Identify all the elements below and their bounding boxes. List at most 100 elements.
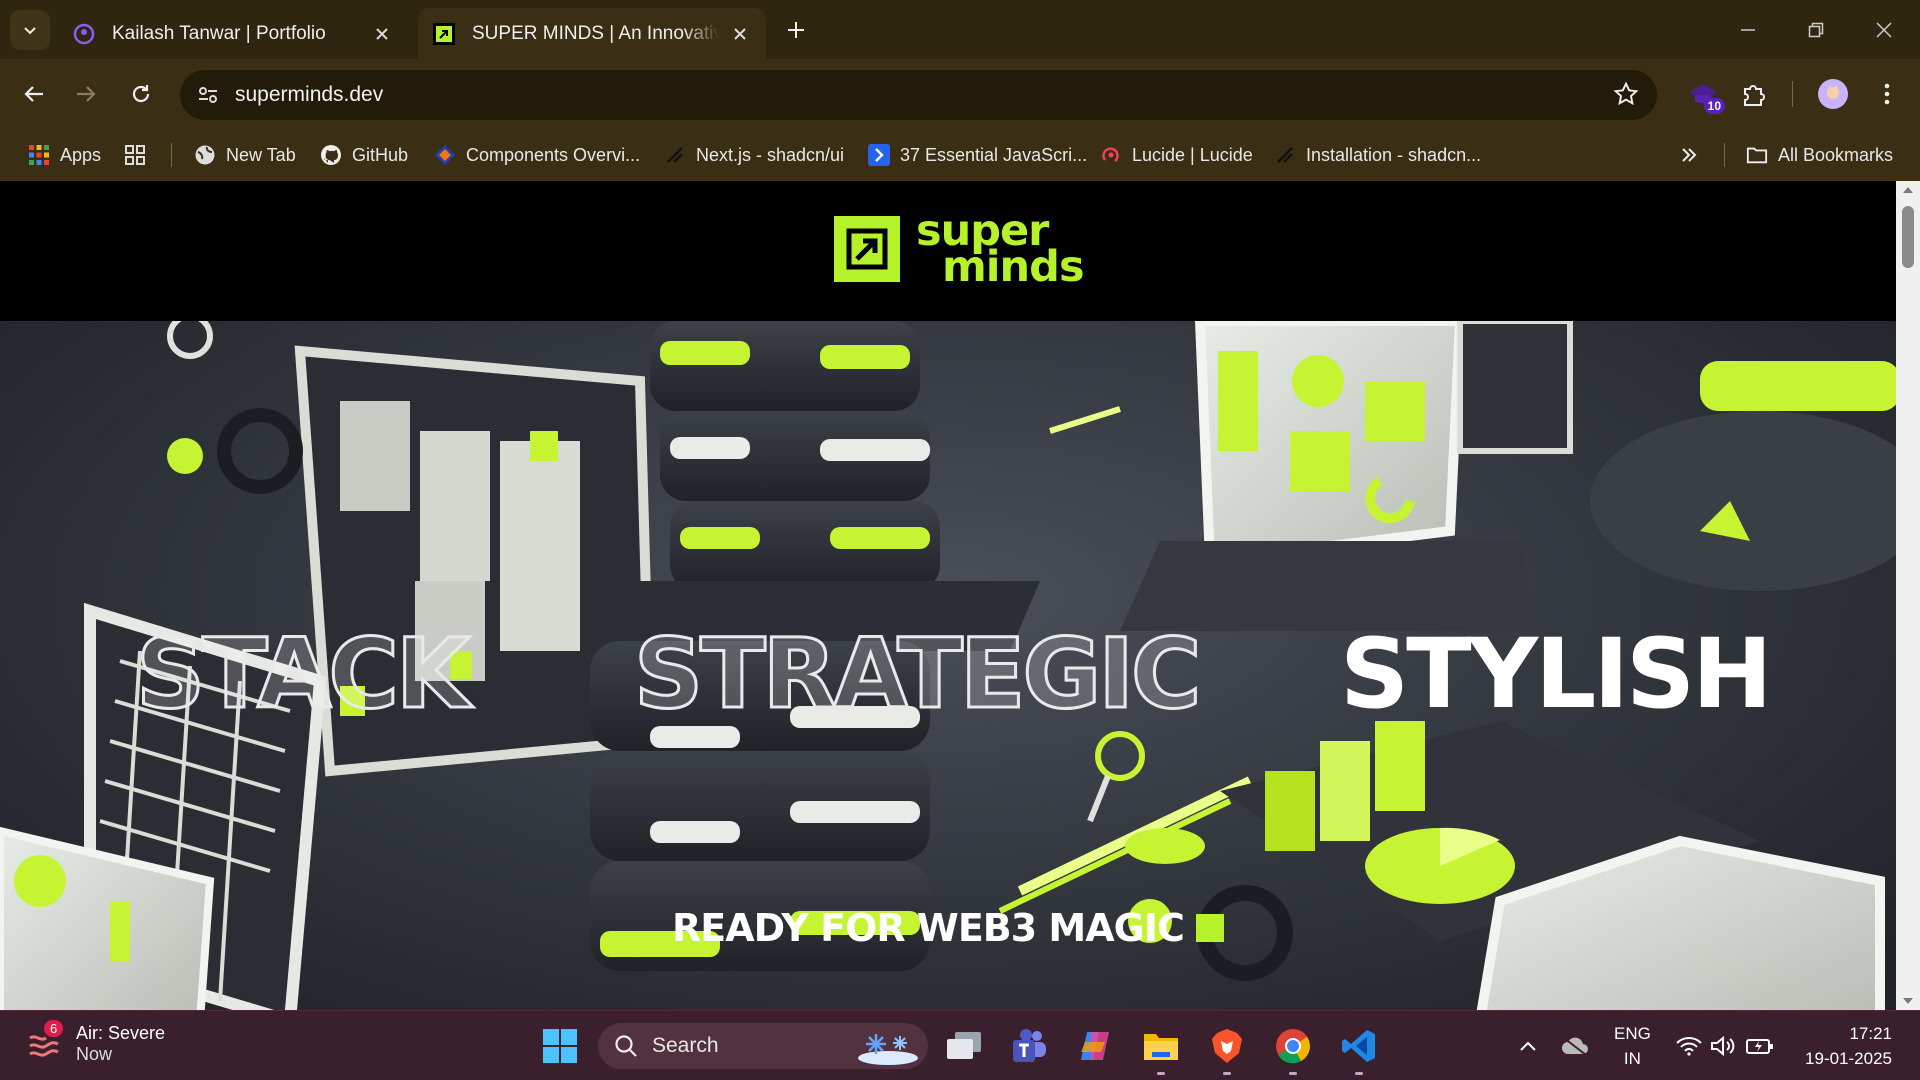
air-quality-icon: 6 (26, 1020, 66, 1064)
tab-title: Kailash Tanwar | Portfolio (112, 22, 326, 44)
bookmark-javascript[interactable]: 37 Essential JavaScri... (868, 141, 1087, 169)
logo-line-2: minds (942, 242, 1085, 292)
back-button[interactable] (14, 74, 54, 114)
folder-icon (1746, 144, 1768, 166)
battery-tray[interactable] (1745, 1031, 1775, 1061)
weather-title: Air: Severe (76, 1023, 166, 1043)
scroll-up-icon[interactable] (1903, 187, 1913, 193)
bookmark-nextjs-shadcn[interactable]: Next.js - shadcn/ui (664, 141, 844, 169)
speaker-icon (1711, 1035, 1735, 1057)
show-hidden-icons-button[interactable] (1513, 1031, 1543, 1061)
bookmark-new-tab[interactable]: New Tab (194, 141, 296, 169)
teams-button[interactable] (1006, 1023, 1052, 1069)
apps-grid-icon (28, 144, 50, 166)
bookmark-apps[interactable]: Apps (28, 141, 101, 169)
bookmark-components-overview[interactable]: Components Overvi... (434, 141, 640, 169)
bookmark-label: Components Overvi... (466, 144, 641, 165)
arrow-right-icon (77, 86, 96, 102)
scrollbar-thumb[interactable] (1902, 206, 1914, 268)
close-window-button[interactable] (1864, 10, 1904, 50)
globe-icon (194, 144, 216, 166)
tab-search-button[interactable] (10, 10, 50, 50)
bookmark-label: 37 Essential JavaScri... (900, 144, 1088, 165)
tab-title: SUPER MINDS | An Innovative Web3 Agency (472, 22, 720, 44)
restore-icon (1808, 22, 1824, 38)
cloud-off-icon (1562, 1037, 1588, 1056)
tab-strip: Kailash Tanwar | Portfolio SUPER MINDS |… (0, 0, 1920, 59)
scroll-down-icon[interactable] (1903, 998, 1913, 1004)
vscode-button[interactable] (1336, 1023, 1382, 1075)
chrome-icon (1276, 1029, 1310, 1064)
system-clock[interactable]: 17:21 19-01-2025 (1805, 1021, 1892, 1071)
diamond-icon (434, 144, 456, 166)
running-indicator (1289, 1072, 1297, 1075)
brave-browser-button[interactable] (1204, 1023, 1250, 1075)
gear-icon (217, 408, 303, 494)
bookmark-installation-shadcn[interactable]: Installation - shadcn... (1274, 141, 1481, 169)
copilot-button[interactable] (1072, 1023, 1118, 1069)
lang-line-1: ENG (1614, 1024, 1651, 1043)
bookmark-star-icon[interactable] (1613, 81, 1639, 112)
page-scrollbar[interactable] (1896, 181, 1920, 1010)
site-info-icon[interactable] (192, 79, 224, 111)
windows-logo-icon (543, 1029, 577, 1063)
running-indicator (1223, 1072, 1231, 1075)
weather-badge: 6 (44, 1020, 64, 1037)
extension-hat-icon[interactable]: 10 (1683, 74, 1725, 114)
tab-superminds[interactable]: SUPER MINDS | An Innovative Web3 Agency (418, 8, 766, 59)
chrome-button[interactable] (1270, 1023, 1316, 1075)
tab-groups-button[interactable] (124, 141, 156, 169)
volume-tray[interactable] (1708, 1031, 1738, 1061)
battery-charging-icon (1746, 1039, 1773, 1054)
task-view-button[interactable] (941, 1023, 987, 1069)
address-bar[interactable]: superminds.dev (180, 70, 1657, 120)
profile-avatar[interactable] (1813, 74, 1853, 114)
hero-word-strategic: STRATEGIC (632, 618, 1202, 730)
language-indicator[interactable]: ENG IN (1614, 1021, 1651, 1071)
taskbar-search[interactable]: Search (598, 1023, 928, 1069)
superminds-logo[interactable]: super minds (834, 210, 1085, 292)
browser-menu-button[interactable] (1867, 74, 1907, 114)
minimize-button[interactable] (1728, 10, 1768, 50)
url-text[interactable]: superminds.dev (235, 83, 383, 107)
tab-portfolio[interactable]: Kailash Tanwar | Portfolio (58, 8, 408, 59)
web-page: super minds STACK STRATEGIC STYLISH READ… (0, 181, 1896, 1010)
bar-blocks-shape (1265, 771, 1315, 851)
new-tab-button[interactable] (780, 14, 812, 46)
bookmark-lucide[interactable]: Lucide | Lucide (1100, 141, 1253, 169)
file-explorer-button[interactable] (1138, 1023, 1184, 1075)
restore-button[interactable] (1796, 10, 1836, 50)
logo-mark-icon (1195, 914, 1224, 942)
avatar-icon (1818, 79, 1848, 109)
more-bookmarks-button[interactable] (1678, 141, 1710, 169)
more-vertical-icon (1884, 83, 1890, 105)
forward-button[interactable] (66, 74, 106, 114)
close-tab-icon[interactable] (370, 22, 394, 46)
bookmark-github[interactable]: GitHub (320, 141, 408, 169)
bookmark-label: GitHub (352, 144, 409, 165)
chevron-double-right-icon (1678, 144, 1700, 166)
shadcn-slash-icon (664, 144, 686, 166)
bookmarks-divider (1724, 143, 1725, 167)
weather-widget[interactable]: 6 Air: Severe Now (26, 1020, 166, 1065)
wifi-icon (1676, 1037, 1702, 1056)
copilot-icon (1081, 1032, 1109, 1060)
bookmark-label: Installation - shadcn... (1306, 144, 1482, 165)
logo-wordmark: super minds (916, 210, 1085, 292)
browser-toolbar: superminds.dev 10 (0, 59, 1920, 129)
snowflake-weather-icon (858, 1034, 918, 1065)
weather-subtitle: Now (76, 1044, 113, 1064)
site-header: super minds (0, 181, 1896, 321)
extensions-puzzle-icon[interactable] (1734, 74, 1774, 114)
start-button[interactable] (537, 1023, 583, 1069)
close-tab-icon[interactable] (728, 22, 752, 46)
reload-button[interactable] (121, 74, 161, 114)
tab-groups-icon (124, 144, 146, 166)
bookmark-label: Next.js - shadcn/ui (696, 144, 845, 165)
wifi-tray[interactable] (1674, 1031, 1704, 1061)
clock-date: 19-01-2025 (1805, 1049, 1892, 1068)
all-bookmarks-button[interactable]: All Bookmarks (1746, 141, 1893, 169)
hero-word-stack: STACK (134, 618, 471, 730)
folder-icon (1144, 1034, 1178, 1060)
onedrive-tray[interactable] (1560, 1031, 1590, 1061)
